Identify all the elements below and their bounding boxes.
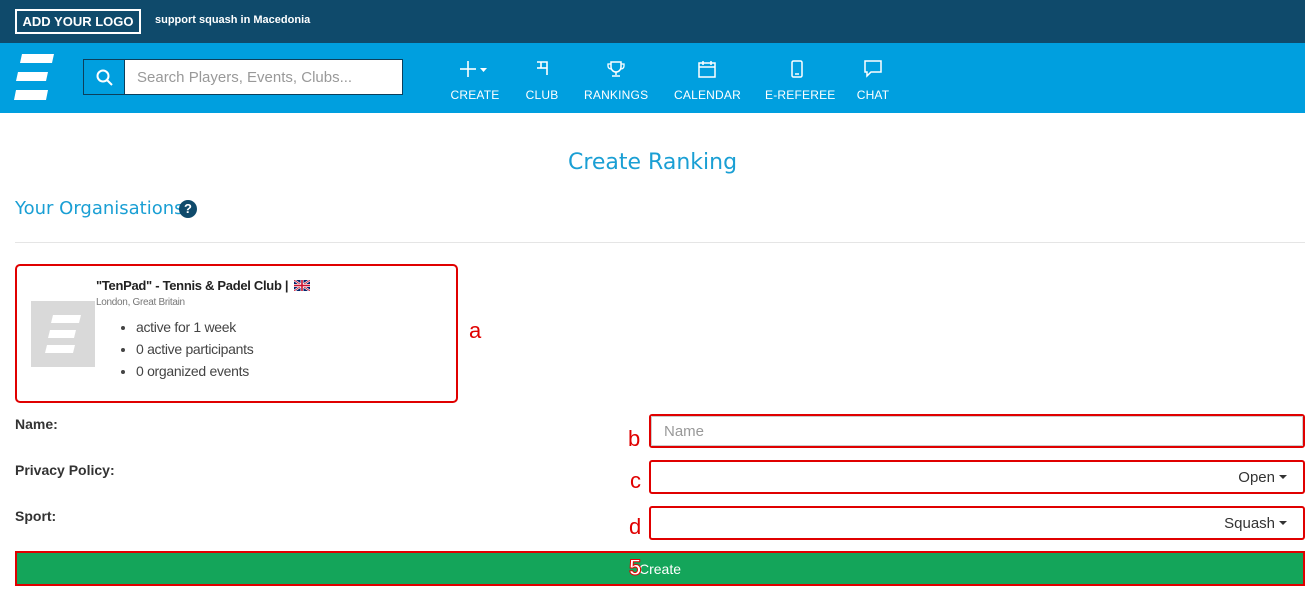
search-icon	[96, 69, 113, 86]
organisation-name[interactable]: "TenPad" - Tennis & Padel Club |	[96, 278, 289, 293]
nav-e-referee[interactable]: E-REFEREE	[765, 57, 836, 103]
nav-e-referee-label: E-REFEREE	[765, 88, 836, 102]
mobile-icon	[791, 60, 803, 78]
nav-create-label: CREATE	[450, 88, 500, 102]
nav-rankings-label: RANKINGS	[584, 88, 649, 102]
chat-icon	[864, 60, 882, 78]
nav-create[interactable]: CREATE	[449, 57, 501, 103]
club-icon	[537, 61, 548, 75]
annotation-5: 5	[628, 555, 642, 581]
nav-club-label: CLUB	[525, 88, 559, 102]
annotation-d: d	[629, 514, 642, 539]
chevron-down-icon	[1279, 475, 1287, 479]
annotation-b: b	[628, 426, 641, 451]
create-button[interactable]: Create	[15, 551, 1305, 586]
page-title-wrap: Create Ranking	[0, 150, 1305, 175]
privacy-policy-value-wrap[interactable]: Open	[1238, 469, 1287, 486]
organisation-card[interactable]: "TenPad" - Tennis & Padel Club | London,…	[15, 264, 458, 403]
nav-club[interactable]: CLUB	[521, 57, 563, 103]
annotation-c: c	[630, 468, 641, 493]
top-bar: ADD YOUR LOGO support squash in Macedoni…	[0, 0, 1305, 43]
organisation-stats: active for 1 week 0 active participants …	[118, 318, 254, 384]
organisation-name-row[interactable]: "TenPad" - Tennis & Padel Club |	[96, 278, 310, 293]
annotation-a: a	[469, 318, 482, 343]
page-title: Create Ranking	[567, 150, 738, 175]
plus-icon	[460, 61, 487, 77]
name-label: Name:	[15, 416, 58, 432]
nav-chat[interactable]: CHAT	[852, 57, 894, 103]
sport-value: Squash	[1224, 515, 1275, 532]
brand-logo-icon	[45, 315, 81, 353]
search-input[interactable]	[124, 59, 403, 95]
organisation-location: London, Great Britain	[96, 297, 185, 308]
privacy-policy-label: Privacy Policy:	[15, 462, 115, 478]
main-navbar: CREATE CLUB RANKINGS	[0, 43, 1305, 113]
create-button-label: Create	[638, 560, 682, 577]
privacy-policy-select[interactable]: Open	[649, 460, 1305, 494]
nav-chat-label: CHAT	[856, 88, 890, 102]
sport-select[interactable]: Squash	[649, 506, 1305, 540]
sport-value-wrap[interactable]: Squash	[1224, 515, 1287, 532]
logo-placeholder[interactable]: ADD YOUR LOGO	[15, 9, 141, 34]
calendar-icon	[698, 60, 716, 78]
organisation-logo	[31, 301, 95, 367]
search-button[interactable]	[83, 59, 125, 95]
name-field[interactable]	[649, 414, 1305, 448]
privacy-policy-value: Open	[1238, 469, 1275, 486]
uk-flag-icon	[293, 280, 310, 291]
stat-active-for: active for 1 week	[136, 318, 253, 340]
help-icon[interactable]: ?	[179, 200, 197, 218]
nav-rankings[interactable]: RANKINGS	[584, 57, 648, 103]
chevron-down-icon	[1279, 521, 1287, 525]
stat-organized-events: 0 organized events	[136, 362, 253, 384]
trophy-icon	[607, 61, 625, 77]
tagline: support squash in Macedonia	[155, 14, 311, 26]
sport-label: Sport:	[15, 508, 57, 524]
divider	[15, 242, 1305, 243]
organisations-heading: Your Organisations	[15, 198, 184, 219]
nav-calendar[interactable]: CALENDAR	[674, 57, 741, 103]
stat-active-participants: 0 active participants	[136, 340, 254, 362]
nav-calendar-label: CALENDAR	[674, 88, 741, 102]
brand-logo-icon[interactable]	[14, 54, 54, 100]
name-input[interactable]	[651, 416, 1303, 446]
